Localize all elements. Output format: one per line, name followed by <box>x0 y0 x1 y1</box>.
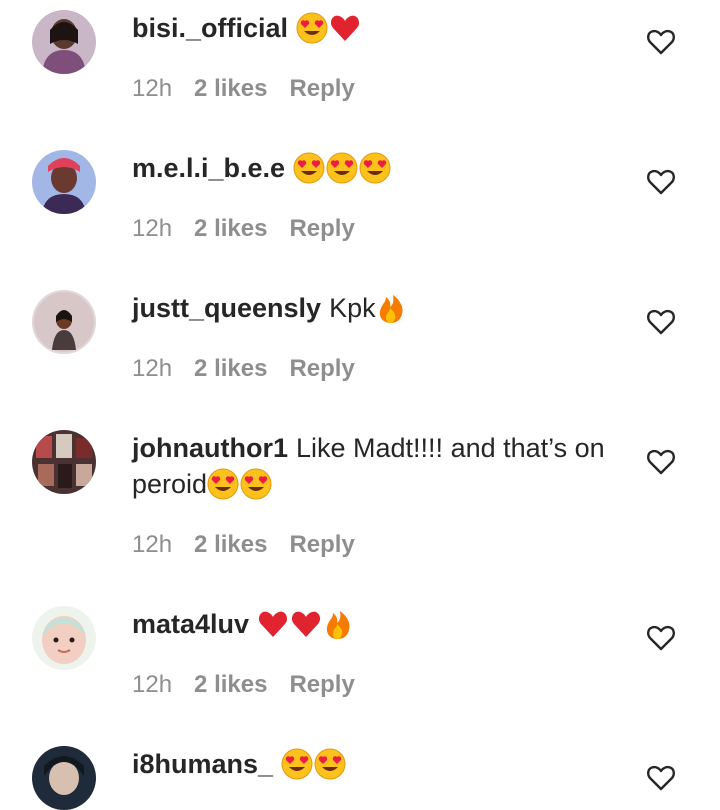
heart-eyes-emoji <box>281 748 313 780</box>
comment-body: johnauthor1 Like Madt!!!! and that’s on p… <box>132 430 622 502</box>
comment-body: m.e.l.i_b.e.e <box>132 150 622 186</box>
heart-eyes-emoji <box>359 152 391 184</box>
comment-likes[interactable]: 2 likes <box>194 75 267 102</box>
comment-time: 12h <box>132 671 173 698</box>
comment-username[interactable]: i8humans_ <box>132 749 273 779</box>
red-heart-emoji <box>257 608 289 640</box>
reply-button[interactable]: Reply <box>289 671 354 698</box>
heart-eyes-emoji <box>240 468 272 500</box>
reply-button[interactable]: Reply <box>289 215 354 242</box>
comment-meta: 12h 2 likes Reply <box>132 74 355 104</box>
fire-emoji <box>323 608 353 640</box>
comment-username[interactable]: johnauthor1 <box>132 433 288 463</box>
avatar[interactable] <box>32 746 96 810</box>
comment-meta: 12h 2 likes Reply <box>132 670 355 700</box>
comment-username[interactable]: bisi._official <box>132 13 288 43</box>
heart-eyes-emoji <box>314 748 346 780</box>
comment-body: justt_queensly Kpk <box>132 290 622 326</box>
comment-likes[interactable]: 2 likes <box>194 215 267 242</box>
comment-username[interactable]: mata4luv <box>132 609 249 639</box>
avatar[interactable] <box>32 290 96 354</box>
heart-outline-icon[interactable] <box>646 448 676 476</box>
comment-time: 12h <box>132 355 173 382</box>
comment-username[interactable]: justt_queensly <box>132 293 321 323</box>
avatar[interactable] <box>32 606 96 670</box>
comment-time: 12h <box>132 215 173 242</box>
comment-meta: 12h 2 likes Reply <box>132 354 355 384</box>
comment-body: mata4luv <box>132 606 622 642</box>
heart-eyes-emoji <box>326 152 358 184</box>
comment-line: peroid <box>132 466 622 502</box>
reply-button[interactable]: Reply <box>289 531 354 558</box>
heart-eyes-emoji <box>293 152 325 184</box>
heart-eyes-emoji <box>207 468 239 500</box>
heart-eyes-emoji <box>296 12 328 44</box>
comment-body: bisi._official <box>132 10 622 46</box>
heart-outline-icon[interactable] <box>646 624 676 652</box>
avatar[interactable] <box>32 150 96 214</box>
comment-time: 12h <box>132 531 173 558</box>
comment-meta: 12h 2 likes Reply <box>132 214 355 244</box>
comment-text: peroid <box>132 469 208 499</box>
comment-likes[interactable]: 2 likes <box>194 355 267 382</box>
reply-button[interactable]: Reply <box>289 75 354 102</box>
comment-likes[interactable]: 2 likes <box>194 671 267 698</box>
heart-outline-icon[interactable] <box>646 764 676 792</box>
comment-meta: 12h 2 likes Reply <box>132 530 355 560</box>
comment-time: 12h <box>132 75 173 102</box>
avatar[interactable] <box>32 10 96 74</box>
comment-username[interactable]: m.e.l.i_b.e.e <box>132 153 285 183</box>
comment-likes[interactable]: 2 likes <box>194 531 267 558</box>
red-heart-emoji <box>290 608 322 640</box>
comment-line: johnauthor1 Like Madt!!!! and that’s on <box>132 430 622 466</box>
comment-text: Like Madt!!!! and that’s on <box>296 433 605 463</box>
comments-list: bisi._official 12h 2 likes Reply m.e.l.i_b… <box>0 0 720 810</box>
fire-emoji <box>376 292 406 324</box>
avatar[interactable] <box>32 430 96 494</box>
red-heart-emoji <box>329 12 361 44</box>
comment-body: i8humans_ <box>132 746 622 782</box>
heart-outline-icon[interactable] <box>646 168 676 196</box>
comment-text: Kpk <box>329 293 376 323</box>
reply-button[interactable]: Reply <box>289 355 354 382</box>
heart-outline-icon[interactable] <box>646 28 676 56</box>
heart-outline-icon[interactable] <box>646 308 676 336</box>
